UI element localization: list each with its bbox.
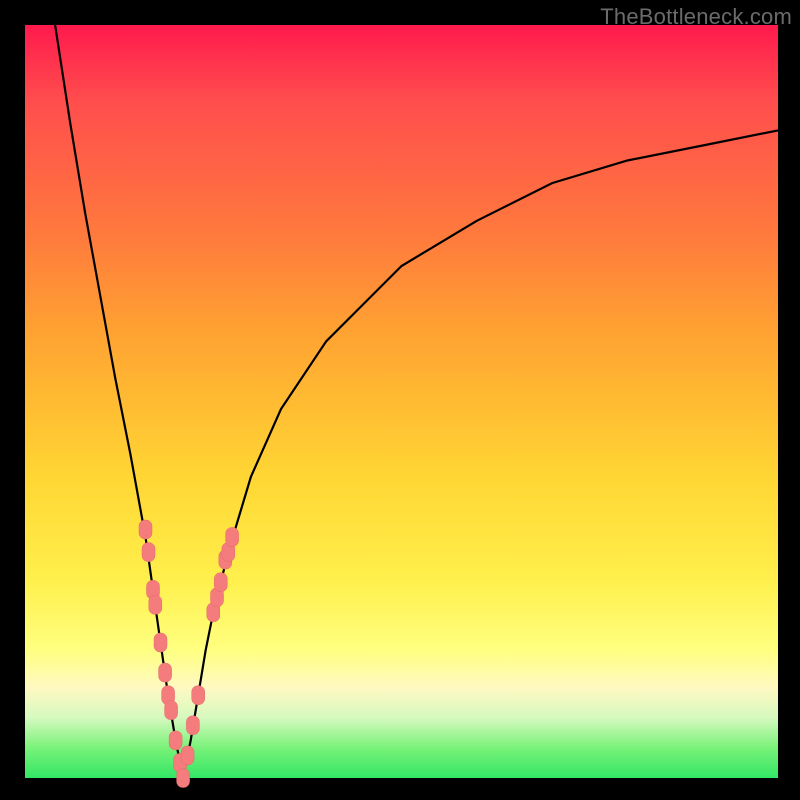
marker-dot — [149, 595, 162, 614]
marker-dot — [214, 573, 227, 592]
marker-dot — [226, 528, 239, 547]
marker-dot — [186, 716, 199, 735]
marker-dot — [154, 633, 167, 652]
marker-dot — [165, 701, 178, 720]
marker-dot — [159, 663, 172, 682]
marker-dot — [139, 520, 152, 539]
marker-dot — [177, 769, 190, 788]
marker-dot — [169, 731, 182, 750]
marker-dot — [142, 543, 155, 562]
marker-dot — [192, 686, 205, 705]
marker-dot — [181, 746, 194, 765]
chart-svg — [0, 0, 800, 800]
marker-group — [139, 520, 239, 788]
